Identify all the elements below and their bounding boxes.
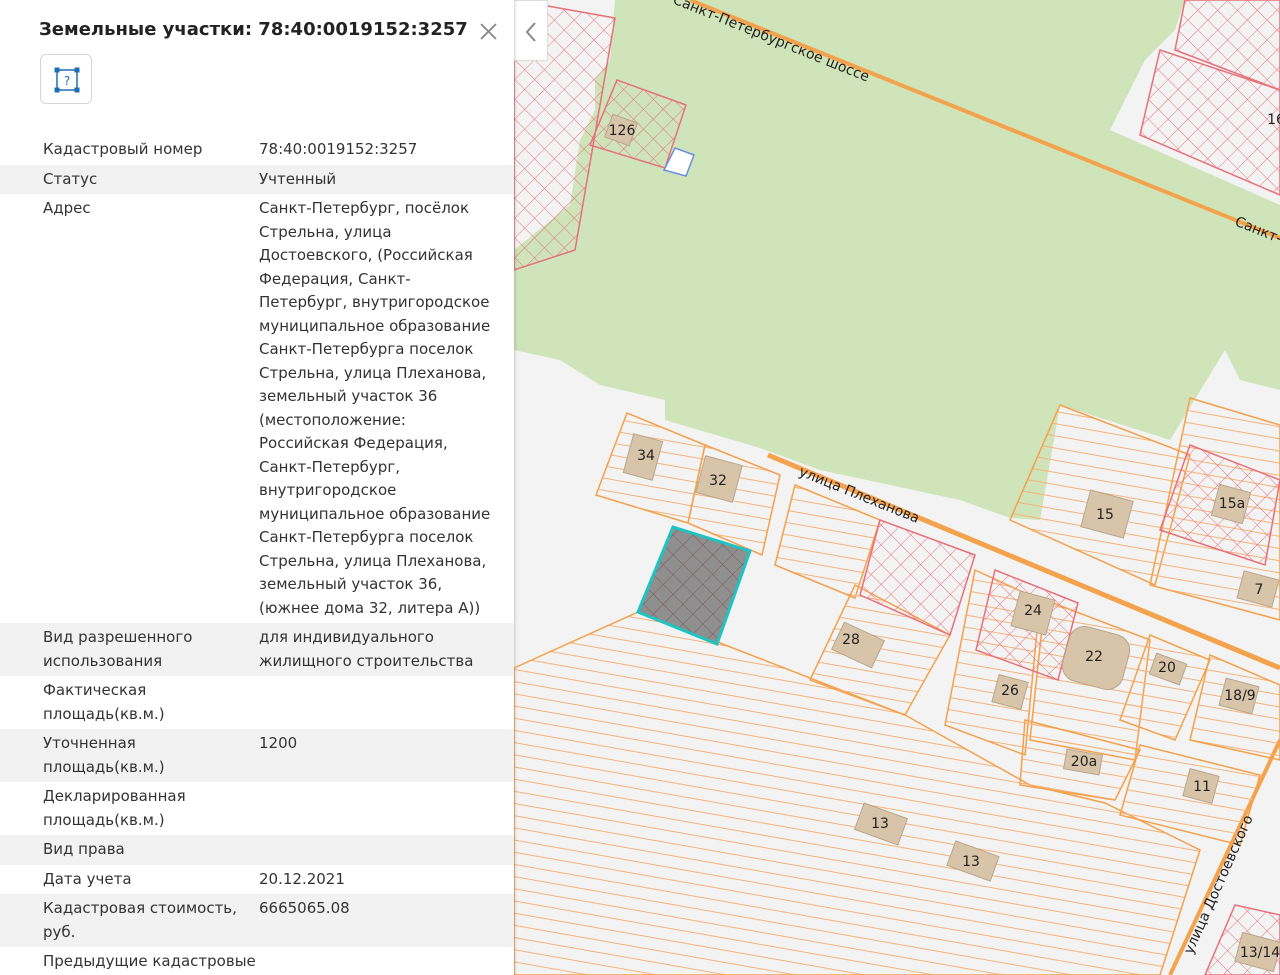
house-number: 16 [1267,112,1280,128]
info-table: Кадастровый номер 78:40:0019152:3257 Стат… [0,135,514,975]
info-label: Дата учета [43,869,132,888]
info-value: 78:40:0019152:3257 [259,140,418,158]
svg-text:?: ? [64,74,70,88]
info-value [259,785,497,832]
house-number: 11 [1193,779,1211,795]
house-number: 34 [637,448,655,464]
info-value [259,679,497,726]
info-label: Фактическая площадь(кв.м.) [43,681,165,723]
info-label: Предыдущие кадастровые номера [43,952,256,970]
info-value [259,950,497,975]
info-label: Кадастровая стоимость, руб. [43,899,237,941]
info-label: Декларированная площадь(кв.м.) [43,787,186,829]
house-number: 13 [871,816,889,832]
info-label: Уточненная площадь(кв.м.) [43,734,165,776]
info-value: 1200 [259,734,298,752]
info-label: Вид разрешенного использования [43,628,193,670]
info-value: для индивидуального жилищного строительс… [259,628,474,670]
close-icon [480,23,497,40]
house-number: 13/14 [1240,945,1280,961]
info-value: 6665065.08 [259,899,350,917]
info-label: Вид права [43,840,125,858]
info-row: Вид права [0,835,514,865]
house-number: 126 [609,123,636,139]
house-number: 20 [1158,660,1176,676]
info-row: Дата учета 20.12.2021 [0,865,514,895]
panel-title: Земельные участки: 78:40:0019152:3257 [39,19,468,40]
house-number: 26 [1001,683,1019,699]
house-number: 24 [1024,603,1042,619]
info-row: Предыдущие кадастровые номера [0,947,514,975]
show-parcel-button[interactable]: ? [40,54,92,104]
house-number: 32 [709,473,727,489]
info-value: Учтенный [259,169,337,188]
info-row: Вид разрешенного использования для индиви… [0,623,514,676]
info-row: Уточненная площадь(кв.м.) 1200 [0,729,514,782]
info-value: Санкт-Петербург, посёлок Стрельна, улица… [259,199,491,617]
house-number: 22 [1085,649,1103,665]
parcel-shape-icon: ? [54,67,80,93]
info-row: Кадастровый номер 78:40:0019152:3257 [0,135,514,165]
house-number: 18/9 [1224,688,1255,704]
house-number: 20а [1071,754,1097,770]
collapse-panel-button[interactable] [514,0,548,61]
info-row: Декларированная площадь(кв.м.) [0,782,514,835]
info-panel: Земельные участки: 78:40:0019152:3257 ? … [0,0,514,975]
house-number: 28 [842,632,860,648]
info-row: Адрес Санкт-Петербург, посёлок Стрельна, … [0,194,514,623]
info-row: Кадастровая стоимость, руб. 6665065.08 [0,894,514,947]
house-number: 7 [1255,582,1264,598]
house-number: 15а [1219,496,1245,512]
info-label: Статус [43,169,98,188]
close-button[interactable] [477,19,501,43]
info-row: Фактическая площадь(кв.м.) [0,676,514,729]
info-value [259,838,497,862]
info-row: Статус Учтенный [0,164,514,194]
info-label: Адрес [43,199,91,217]
house-number: 15 [1096,507,1114,523]
info-value: 20.12.2021 [259,869,345,888]
chevron-left-icon [525,22,536,42]
house-number: 13 [962,854,980,870]
info-label: Кадастровый номер [43,140,203,158]
